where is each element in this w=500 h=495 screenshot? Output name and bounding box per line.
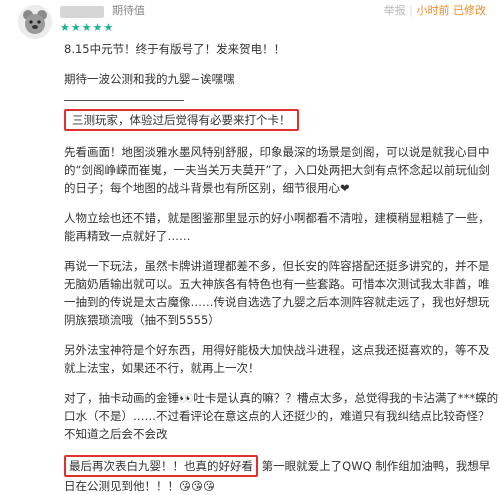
review-paragraph: 再说一下玩法，虽然卡牌讲道理都差不多，但长安的阵容搭配还挺多讲究的，并不是无脑奶…	[64, 259, 490, 327]
review-paragraph: 先看画面！地图淡雅水墨风特别舒服，印象最深的场景是剑阁，可以说是就我心目中的“剑…	[64, 145, 490, 195]
avatar-image	[18, 5, 52, 39]
review-body: 8.15中元节！终于有版号了！发来贺电！！ 期待一波公测和我的九婴~诶嘿嘿 三测…	[64, 40, 500, 495]
post-meta: 举报 | 小时前 已修改	[384, 4, 486, 18]
review-card: 期待值 ★★★★★ 举报 | 小时前 已修改 8.15中元节！终于有版号了！发来…	[0, 0, 500, 493]
rating-stars: ★★★★★	[60, 21, 115, 34]
avatar[interactable]	[18, 5, 52, 39]
meta-separator: |	[409, 4, 413, 17]
review-line: 期待一波公测和我的九婴~诶嘿嘿	[64, 72, 235, 86]
review-paragraph: 最后再次表白九婴！！也真的好好看 第一眼就爱上了QWQ 制作组加油鸭，我想早日在…	[64, 455, 500, 495]
username-redacted[interactable]	[60, 6, 104, 18]
highlight-box: 三测玩家，体验过后觉得有必要来打个卡！	[64, 109, 500, 131]
review-paragraph: 另外法宝神符是个好东西，用得好能极大加快战斗进程，这点我还挺喜欢的，等不及就上法…	[64, 343, 490, 375]
divider-line	[64, 88, 184, 101]
review-line: 8.15中元节！终于有版号了！发来贺电！！	[64, 42, 286, 56]
rating-label: 期待值	[112, 4, 145, 17]
highlight-text: 三测玩家，体验过后觉得有必要来打个卡！	[64, 109, 299, 131]
review-paragraph: 对了，抽卡动画的金锤👀吐卡是认真的嘛？？槽点太多，总觉得我的卡沾满了***蝾的口…	[64, 391, 499, 441]
report-link[interactable]: 举报	[384, 4, 406, 17]
post-time: 小时前 已修改	[416, 4, 487, 17]
review-paragraph: 人物立绘也还不错，就是图鉴那里显示的好小啊都看不清啦，建模稍显粗糙了一些，能再精…	[64, 211, 490, 243]
